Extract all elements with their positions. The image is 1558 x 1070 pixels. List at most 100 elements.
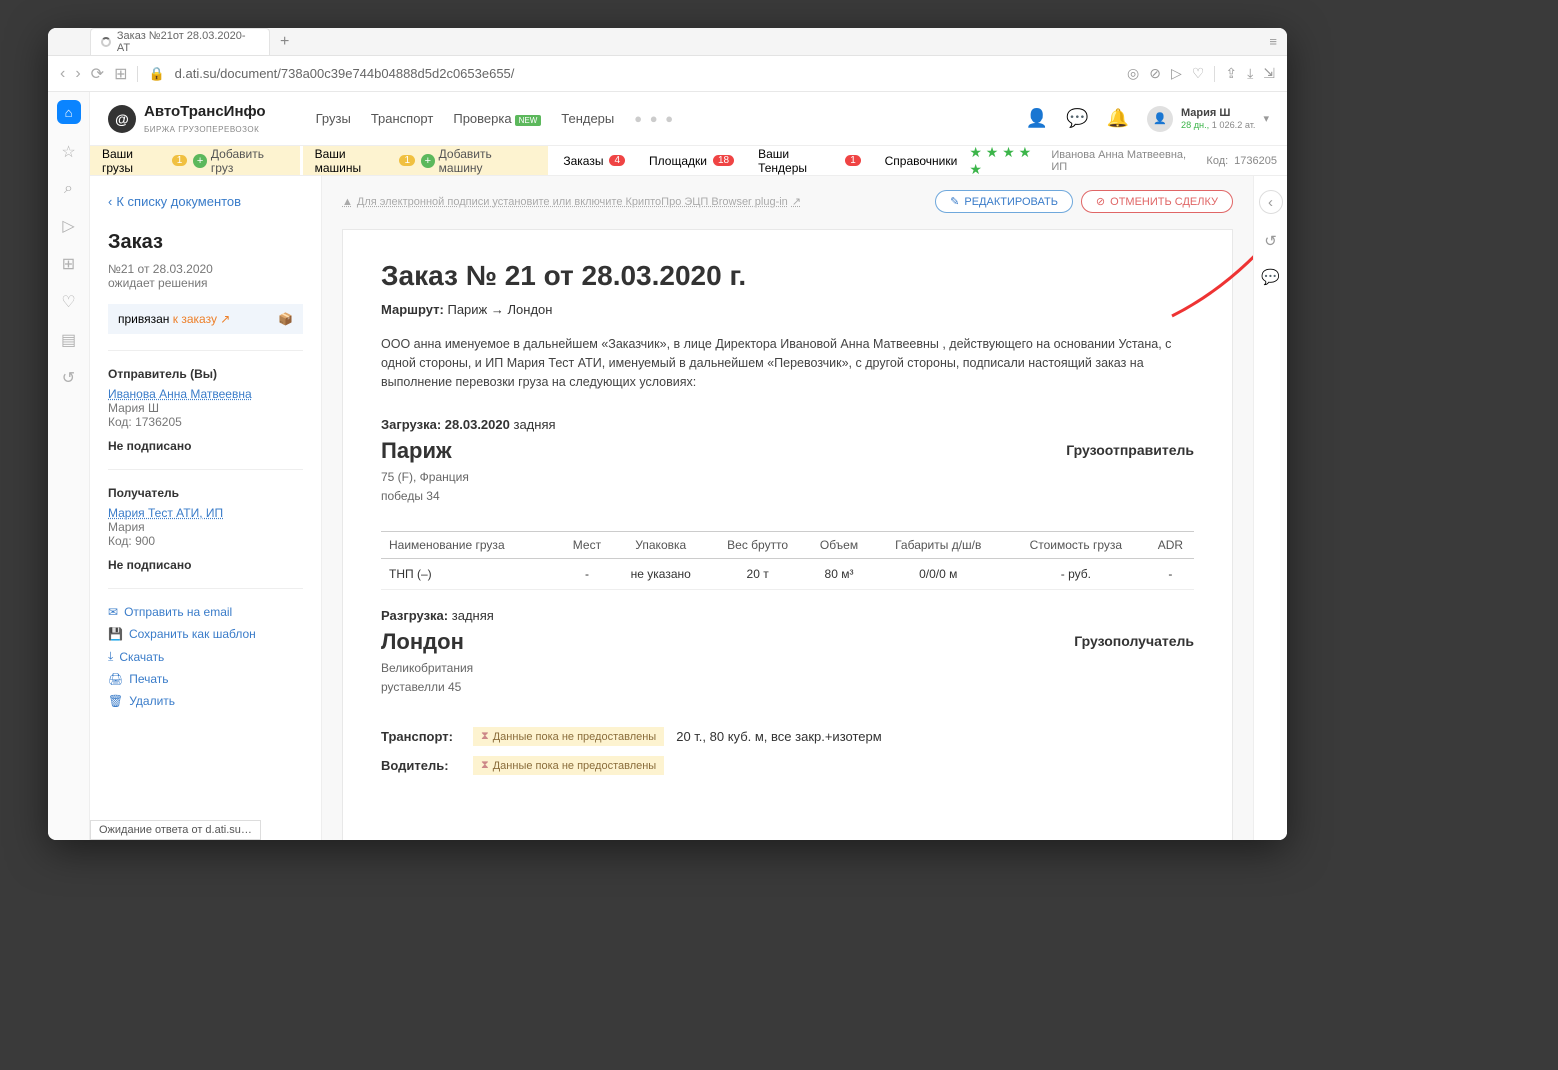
nav-more-icon[interactable]: ● ● ● (634, 111, 675, 126)
linked-order-box[interactable]: привязан к заказу ↗ 📦 (108, 304, 303, 334)
search-person-icon[interactable]: 👤 (1026, 108, 1048, 129)
warning-icon: ▲ (342, 196, 353, 208)
back-to-list-link[interactable]: ‹ К списку документов (108, 194, 303, 209)
grid-icon[interactable]: ⊞ (114, 64, 127, 84)
city-from-address: победы 34 (381, 487, 469, 506)
platforms-count: 18 (713, 155, 734, 166)
browser-tab[interactable]: Заказ №21от 28.03.2020- АТ (90, 28, 270, 55)
receiver-person: Мария (108, 520, 303, 534)
action-print[interactable]: 🖨Печать (108, 672, 303, 686)
avatar-icon: 👤 (1147, 106, 1173, 132)
subnav-your-trucks[interactable]: Ваши машины (315, 147, 394, 175)
chevron-down-icon: ▾ (1263, 112, 1269, 125)
route-to: Лондон (508, 302, 553, 317)
nav-forward-icon[interactable]: › (75, 65, 80, 83)
sender-sign-status: Не подписано (108, 439, 303, 453)
rail-list-icon[interactable]: ▤ (61, 330, 76, 350)
user-menu[interactable]: 👤 Мария Ш 28 дн., 1 026.2 ат. ▾ (1147, 106, 1269, 132)
rail-history-icon[interactable]: ↺ (62, 368, 75, 388)
company-name[interactable]: Иванова Анна Матвеевна, ИП (1051, 149, 1200, 173)
transport-pending: ⧗Данные пока не предоставлены (473, 727, 664, 746)
loading-type: задняя (513, 417, 555, 432)
your-cargo-count: 1 (172, 155, 188, 166)
drawer-icon[interactable]: ⇲ (1263, 65, 1275, 82)
url-text[interactable]: d.ati.su/document/738a00c39e744b04888d5d… (175, 66, 515, 81)
driver-label: Водитель: (381, 758, 461, 773)
transport-spec: 20 т., 80 куб. м, все закр.+изотерм (676, 729, 881, 744)
action-download[interactable]: ⤓Скачать (108, 649, 303, 664)
subnav-directories[interactable]: Справочники (885, 154, 958, 168)
nav-transport[interactable]: Транспорт (371, 111, 434, 126)
rail-star-icon[interactable]: ☆ (61, 142, 75, 162)
edit-button[interactable]: ✎ РЕДАКТИРОВАТЬ (935, 190, 1073, 213)
download-action-icon: ⤓ (108, 649, 113, 664)
right-rail: ‹ ↺ 💬 (1253, 176, 1287, 840)
tabs-menu-icon[interactable]: ≡ (1269, 34, 1277, 49)
table-row: ТНП (–) - не указано 20 т 80 м³ 0/0/0 м … (381, 558, 1194, 589)
nav-check[interactable]: ПроверкаNEW (453, 111, 541, 126)
subnav-platforms[interactable]: Площадки (649, 154, 707, 168)
loading-label: Загрузка: (381, 417, 441, 432)
add-cargo-button[interactable]: Добавить груз (193, 147, 287, 175)
action-save-template[interactable]: 💾Сохранить как шаблон (108, 627, 303, 641)
route-label: Маршрут: (381, 302, 444, 317)
collapse-icon[interactable]: ‹ (1259, 190, 1283, 214)
rail-apps-icon[interactable]: ⊞ (62, 254, 75, 274)
unloading-label: Разгрузка: (381, 608, 448, 623)
sender-code: Код: 1736205 (108, 415, 303, 429)
tab-title: Заказ №21от 28.03.2020- АТ (117, 30, 259, 54)
company-code: 1736205 (1234, 155, 1277, 167)
subnav-your-tenders[interactable]: Ваши Тендеры (758, 147, 839, 175)
city-to-region: Великобритания (381, 659, 473, 678)
city-from-region: 75 (F), Франция (381, 468, 469, 487)
print-icon: 🖨 (108, 672, 123, 686)
transport-label: Транспорт: (381, 729, 461, 744)
subnav-orders[interactable]: Заказы (563, 154, 603, 168)
reload-icon[interactable]: ⟳ (91, 64, 104, 84)
camera-icon[interactable]: ◎ (1127, 65, 1139, 82)
stop-icon: ⊘ (1096, 195, 1105, 208)
block-icon[interactable]: ⊘ (1149, 65, 1161, 82)
site-topbar: @ АвтоТрансИнфо БИРЖА ГРУЗОПЕРЕВОЗОК Гру… (90, 92, 1287, 146)
rail-search-icon[interactable]: ⌕ (64, 180, 73, 198)
nav-back-icon[interactable]: ‹ (60, 65, 65, 83)
sub-navbar: Ваши грузы 1 Добавить груз Ваши машины 1… (90, 146, 1287, 176)
subnav-your-cargo[interactable]: Ваши грузы (102, 147, 166, 175)
receiver-name-link[interactable]: Мария Тест АТИ, ИП (108, 506, 303, 520)
hourglass-icon: ⧗ (481, 730, 489, 743)
action-delete[interactable]: 🗑Удалить (108, 694, 303, 708)
sender-name-link[interactable]: Иванова Анна Матвеевна (108, 387, 303, 401)
add-truck-button[interactable]: Добавить машину (421, 147, 536, 175)
nav-cargo[interactable]: Грузы (316, 111, 351, 126)
history-icon[interactable]: ↺ (1264, 232, 1277, 250)
address-bar: ‹ › ⟳ ⊞ 🔒 d.ati.su/document/738a00c39e74… (48, 56, 1287, 92)
crypto-warning[interactable]: ▲ Для электронной подписи установите или… (342, 195, 801, 208)
heart-icon[interactable]: ♡ (1192, 65, 1205, 82)
nav-tenders[interactable]: Тендеры (561, 111, 614, 126)
lock-icon: 🔒 (148, 66, 164, 82)
bell-icon[interactable]: 🔔 (1107, 108, 1129, 129)
download-icon[interactable]: ⤓ (1247, 65, 1253, 82)
site-logo[interactable]: @ АвтоТрансИнфо БИРЖА ГРУЗОПЕРЕВОЗОК (108, 103, 266, 135)
document-sidebar: ‹ К списку документов Заказ №21 от 28.03… (90, 176, 322, 840)
new-tab-button[interactable]: + (280, 33, 289, 51)
comments-icon[interactable]: 💬 (1261, 268, 1280, 286)
rail-home-icon[interactable]: ⌂ (57, 100, 81, 124)
receiver-sign-status: Не подписано (108, 558, 303, 572)
city-from: Париж (381, 438, 469, 464)
rail-heart-icon[interactable]: ♡ (61, 292, 75, 312)
action-send-email[interactable]: ✉Отправить на email (108, 605, 303, 619)
trash-icon: 🗑 (108, 694, 123, 708)
city-to: Лондон (381, 629, 473, 655)
cancel-deal-button[interactable]: ⊘ ОТМЕНИТЬ СДЕЛКУ (1081, 190, 1233, 213)
box-icon: 📦 (278, 312, 293, 326)
window-titlebar: Заказ №21от 28.03.2020- АТ + ≡ (48, 28, 1287, 56)
chat-icon[interactable]: 💬 (1066, 108, 1088, 129)
sender-person: Мария Ш (108, 401, 303, 415)
rail-send-icon[interactable]: ▷ (62, 216, 74, 236)
share-icon[interactable]: ⇪ (1225, 65, 1237, 82)
play-icon[interactable]: ▷ (1171, 65, 1182, 82)
chevron-left-icon: ‹ (108, 194, 112, 209)
external-icon: ↗ (792, 195, 801, 208)
browser-status-text: Ожидание ответа от d.ati.su… (90, 820, 261, 840)
